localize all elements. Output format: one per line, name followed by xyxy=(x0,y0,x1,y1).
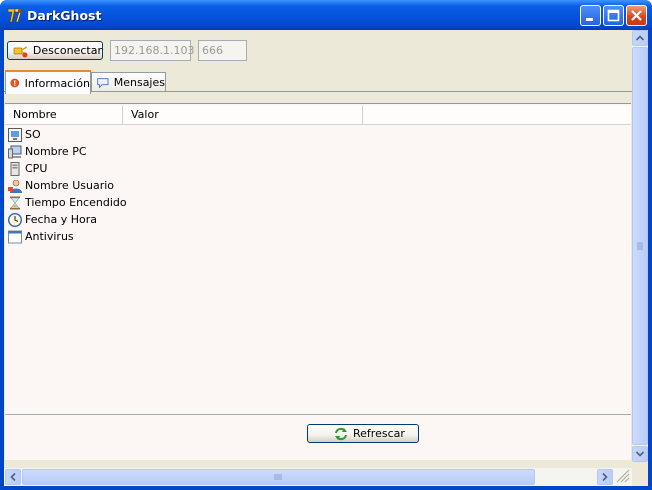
minimize-button[interactable] xyxy=(580,5,601,26)
column-header-valor[interactable]: Valor xyxy=(123,106,363,124)
scroll-right-button[interactable] xyxy=(597,469,613,485)
panel-separator xyxy=(5,414,631,415)
tab-informacion-label: Información xyxy=(24,76,90,90)
list-item-label: Nombre PC xyxy=(25,145,87,158)
ip-address-field[interactable]: 192.168.1.103 xyxy=(110,40,194,61)
computer-icon xyxy=(8,145,22,158)
list-item-label: Nombre Usuario xyxy=(25,179,115,192)
window-frame-right xyxy=(648,30,652,490)
scroll-down-button[interactable] xyxy=(632,446,648,462)
connection-plug-icon xyxy=(13,45,28,58)
list-item[interactable]: Fecha y Hora xyxy=(8,211,97,228)
chevron-left-icon xyxy=(10,472,16,482)
grip-icon xyxy=(637,242,643,250)
chevron-up-icon xyxy=(635,35,645,41)
info-icon xyxy=(10,78,20,88)
app-window: DarkGhost Desconectar 192.168.1.103 666 xyxy=(0,0,652,490)
listview-header: Nombre Valor xyxy=(5,106,631,125)
tab-mensajes[interactable]: Mensajes xyxy=(91,72,166,92)
horizontal-scroll-thumb[interactable] xyxy=(22,469,535,485)
scroll-left-button[interactable] xyxy=(5,469,21,485)
scroll-up-button[interactable] xyxy=(632,30,648,46)
cpu-icon xyxy=(10,161,20,176)
refresh-button-label: Refrescar xyxy=(353,427,405,440)
list-item-label: Fecha y Hora xyxy=(25,213,98,226)
vertical-scrollbar[interactable] xyxy=(632,30,648,462)
list-item[interactable]: Tiempo Encendido xyxy=(8,194,127,211)
disconnect-button-label: Desconectar xyxy=(32,44,102,57)
list-item[interactable]: Antivirus xyxy=(8,228,74,245)
column-header-nombre[interactable]: Nombre xyxy=(5,106,123,124)
fox-logo-icon xyxy=(7,8,23,23)
refresh-icon xyxy=(335,427,347,440)
tab-strip-baseline xyxy=(4,91,632,92)
minimize-icon xyxy=(586,18,593,21)
info-panel: Nombre Valor SO Nombre PC CPU Nombre Usu… xyxy=(5,103,631,460)
vertical-scroll-thumb[interactable] xyxy=(632,47,648,445)
horizontal-scrollbar[interactable] xyxy=(4,468,632,486)
disconnect-button[interactable]: Desconectar xyxy=(7,41,103,60)
list-item-label: SO xyxy=(25,128,41,141)
window-frame-bottom xyxy=(0,486,652,490)
list-item[interactable]: SO xyxy=(8,126,41,143)
list-item[interactable]: Nombre PC xyxy=(8,143,87,160)
list-item[interactable]: Nombre Usuario xyxy=(8,177,114,194)
list-item-label: Tiempo Encendido xyxy=(25,196,127,209)
chevron-right-icon xyxy=(602,472,608,482)
speech-bubble-icon xyxy=(97,77,109,88)
list-item[interactable]: CPU xyxy=(8,160,47,177)
port-field[interactable]: 666 xyxy=(198,40,247,61)
os-icon xyxy=(8,127,22,142)
maximize-icon xyxy=(607,9,620,22)
tab-mensajes-label: Mensajes xyxy=(113,76,165,89)
user-icon xyxy=(8,179,22,193)
size-grip-icon[interactable] xyxy=(616,469,632,485)
tab-informacion[interactable]: Información xyxy=(5,70,91,94)
client-area: Desconectar 192.168.1.103 666 Informació… xyxy=(4,30,648,486)
close-button[interactable] xyxy=(626,5,647,26)
clock-icon xyxy=(8,212,22,227)
hourglass-icon xyxy=(10,196,20,209)
list-item-label: Antivirus xyxy=(25,230,74,243)
refresh-button[interactable]: Refrescar xyxy=(307,424,419,443)
close-icon xyxy=(631,10,642,21)
title-bar[interactable]: DarkGhost xyxy=(0,0,652,30)
grip-icon xyxy=(274,474,282,480)
list-item-label: CPU xyxy=(25,162,48,175)
chevron-down-icon xyxy=(635,451,645,457)
window-title: DarkGhost xyxy=(27,8,102,23)
window-icon xyxy=(8,230,22,243)
maximize-button[interactable] xyxy=(603,5,624,26)
